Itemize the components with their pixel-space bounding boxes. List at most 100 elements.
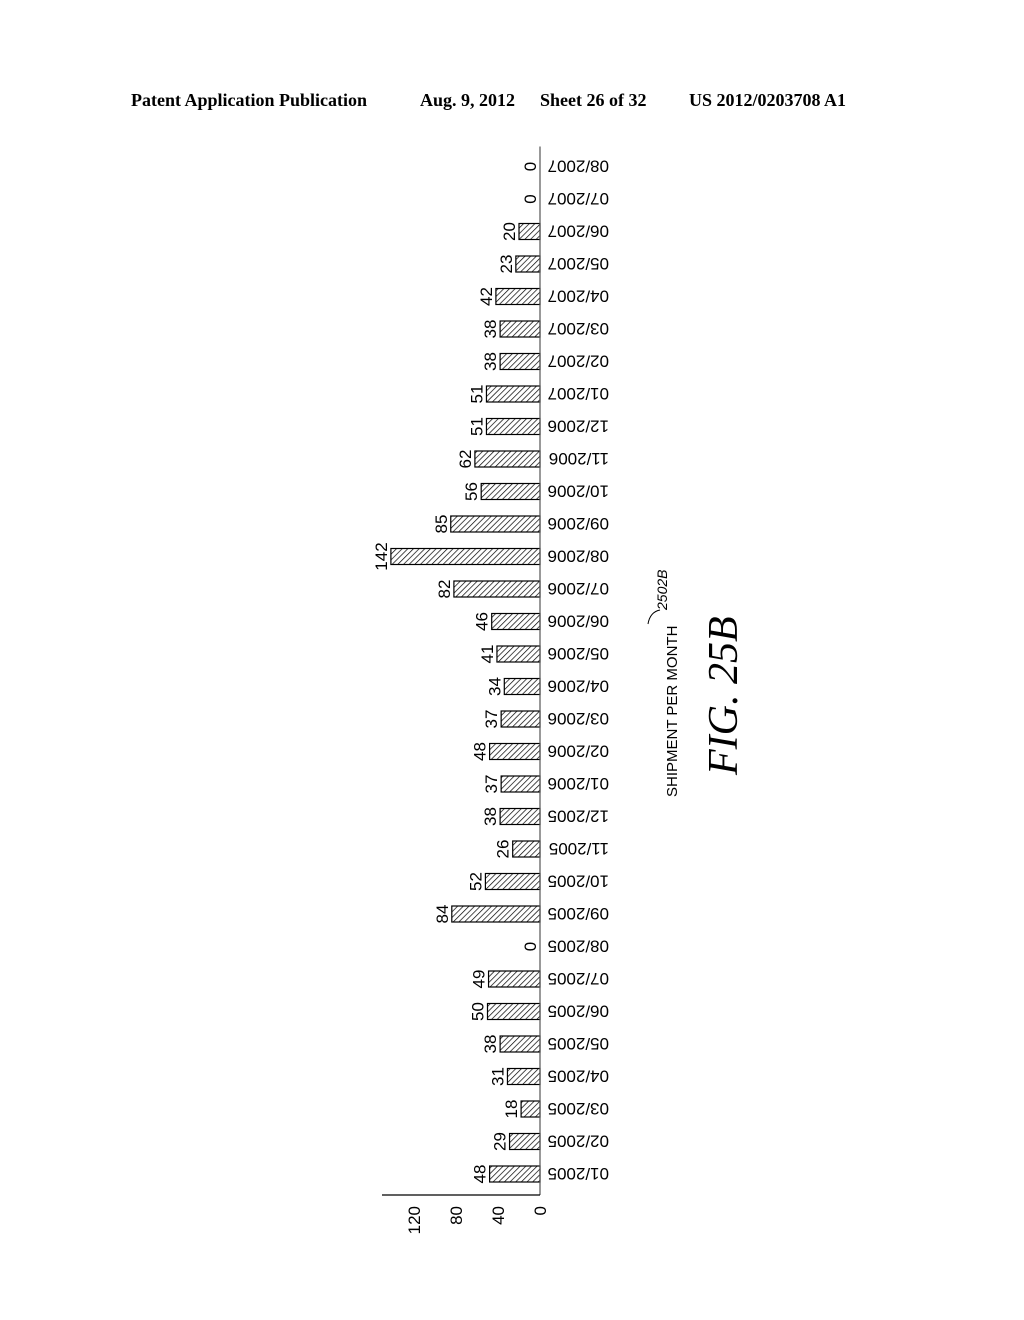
category-label: 11/2006	[549, 449, 609, 468]
bar-02-2006	[489, 742, 541, 761]
category-label: 01/2007	[548, 384, 609, 403]
category-label: 01/2005	[548, 1164, 609, 1183]
category-label: 01/2006	[548, 774, 609, 793]
bar-value-label: 56	[462, 482, 481, 501]
bar-value-label: 20	[500, 222, 519, 241]
category-label: 02/2005	[548, 1132, 609, 1151]
bar-value-label: 142	[372, 542, 391, 570]
bar-value-label: 18	[502, 1100, 521, 1119]
category-label: 10/2005	[548, 872, 609, 891]
bar-01-2005	[489, 1165, 541, 1183]
bar-value-label: 48	[471, 742, 490, 761]
category-label: 04/2007	[548, 287, 609, 306]
value-tick-label: 120	[405, 1206, 424, 1234]
category-label: 09/2006	[548, 514, 609, 533]
category-label: 08/2007	[548, 157, 609, 176]
bar-value-label: 37	[482, 775, 501, 794]
category-label: 05/2006	[548, 644, 609, 663]
bar-11-2006	[474, 450, 541, 468]
category-label: 02/2007	[548, 352, 609, 371]
category-label: 07/2007	[548, 189, 609, 208]
bar-value-label: 26	[494, 840, 513, 859]
bar-05-2006	[496, 645, 541, 663]
bar-04-2006	[503, 677, 541, 696]
bar-11-2005	[512, 840, 541, 858]
category-label: 02/2006	[548, 742, 609, 761]
bar-09-2005	[451, 905, 541, 923]
category-label: 06/2006	[548, 612, 609, 631]
category-label: 11/2005	[549, 839, 609, 858]
category-label: 06/2007	[548, 222, 609, 241]
bar-value-label: 31	[488, 1067, 507, 1086]
bar-value-label: 0	[521, 194, 540, 203]
bar-12-2005	[499, 807, 541, 826]
bar-05-2007	[515, 255, 541, 273]
category-label: 10/2006	[548, 482, 609, 501]
bar-chart: 4829183138504908452263837483734414682142…	[372, 146, 661, 1234]
bar-value-label: 85	[432, 515, 451, 534]
bar-value-label: 41	[478, 645, 497, 664]
bar-08-2006	[390, 547, 541, 566]
category-label: 07/2006	[548, 579, 609, 598]
bar-value-label: 29	[491, 1132, 510, 1151]
bar-value-label: 52	[466, 872, 485, 891]
bar-04-2007	[495, 287, 541, 306]
bar-value-label: 38	[481, 320, 500, 339]
bar-03-2006	[500, 710, 541, 728]
bar-value-label: 48	[471, 1165, 490, 1184]
bar-value-label: 38	[481, 352, 500, 371]
category-label: 06/2005	[548, 1002, 609, 1021]
bar-05-2005	[499, 1035, 541, 1053]
bar-07-2005	[487, 970, 541, 988]
bar-06-2005	[486, 1002, 541, 1021]
category-label: 12/2005	[548, 807, 609, 826]
category-label: 08/2005	[548, 937, 609, 956]
category-label: 03/2006	[548, 709, 609, 728]
bar-09-2006	[450, 515, 541, 533]
value-tick-label: 40	[489, 1206, 508, 1225]
category-label: 03/2007	[548, 319, 609, 338]
bar-12-2006	[485, 417, 541, 436]
reference-numeral: 2502B	[654, 570, 670, 610]
bar-10-2005	[484, 872, 541, 891]
bar-07-2006	[453, 580, 541, 598]
bar-03-2007	[499, 320, 541, 338]
bar-10-2006	[480, 482, 541, 501]
reference-label: 2502B	[654, 569, 670, 610]
reference-leader-line	[647, 609, 661, 625]
bar-value-label: 84	[433, 905, 452, 924]
value-tick-label: 0	[531, 1206, 550, 1215]
category-label: 12/2006	[548, 417, 609, 436]
bar-01-2006	[500, 775, 541, 793]
bar-value-label: 82	[435, 580, 454, 599]
category-label: 08/2006	[548, 547, 609, 566]
bar-value-label: 46	[473, 612, 492, 631]
bar-value-label: 51	[467, 385, 486, 404]
bar-value-label: 0	[521, 162, 540, 171]
bar-value-label: 51	[467, 417, 486, 436]
bar-value-label: 42	[477, 287, 496, 306]
category-label: 03/2005	[548, 1099, 609, 1118]
value-tick-label: 80	[447, 1206, 466, 1225]
bar-value-label: 34	[485, 677, 504, 696]
bar-value-label: 38	[481, 1035, 500, 1054]
bar-06-2007	[518, 222, 541, 241]
bar-value-label: 38	[481, 807, 500, 826]
bar-value-label: 49	[470, 970, 489, 989]
bar-03-2005	[520, 1100, 541, 1118]
category-label: 04/2006	[548, 677, 609, 696]
bar-06-2006	[491, 612, 541, 631]
bar-01-2007	[485, 385, 541, 403]
bar-value-label: 37	[482, 710, 501, 729]
bar-04-2005	[506, 1067, 541, 1086]
bar-02-2007	[499, 352, 541, 371]
category-label: 07/2005	[548, 969, 609, 988]
bar-value-label: 23	[497, 255, 516, 274]
bar-value-label: 0	[521, 942, 540, 951]
category-label: 05/2005	[548, 1034, 609, 1053]
category-label: 05/2007	[548, 254, 609, 273]
figure-title: FIG. 25B	[701, 616, 747, 775]
bar-02-2005	[508, 1132, 541, 1151]
category-label: 04/2005	[548, 1067, 609, 1086]
axis-title: SHIPMENT PER MONTH	[664, 625, 681, 797]
